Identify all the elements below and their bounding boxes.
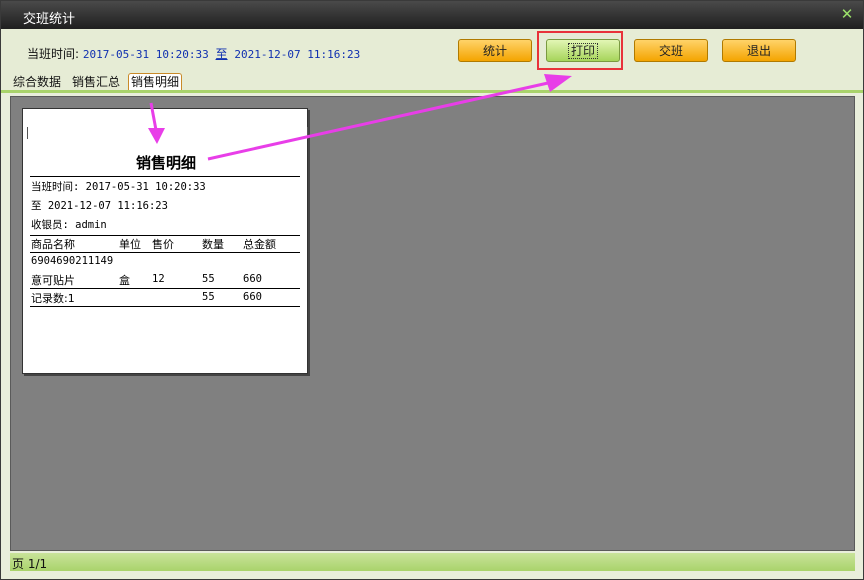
window-title: 交班统计	[23, 12, 76, 27]
divider	[30, 176, 300, 177]
item-name: 意可贴片	[31, 274, 75, 287]
shift-end-time: 2021-12-07 11:16:23	[234, 48, 361, 61]
receipt-shift-line: 当班时间: 2017-05-31 10:20:33	[31, 181, 206, 193]
header-unit: 单位	[119, 238, 141, 251]
range-to-label: 至	[215, 47, 228, 61]
item-quantity: 55	[202, 273, 215, 285]
divider	[30, 252, 300, 253]
close-icon[interactable]: ✕	[839, 5, 855, 23]
handover-button[interactable]: 交班	[634, 39, 708, 62]
exit-button[interactable]: 退出	[722, 39, 796, 62]
record-count: 记录数:1	[31, 292, 75, 305]
receipt-cashier-line: 收银员: admin	[31, 219, 107, 231]
stats-button[interactable]: 统计	[458, 39, 532, 62]
receipt-to-line: 至 2021-12-07 11:16:23	[31, 200, 168, 212]
summary-quantity: 55	[202, 291, 215, 303]
item-barcode: 6904690211149	[31, 255, 114, 267]
shift-time-range: 当班时间: 2017-05-31 10:20:33 至 2021-12-07 1…	[27, 45, 360, 62]
shift-time-label: 当班时间:	[27, 47, 80, 61]
divider	[30, 306, 300, 307]
title-bar: 交班统计 ✕	[1, 1, 863, 29]
page-indicator: 页 1/1	[12, 557, 48, 571]
status-bar: 页 1/1	[10, 553, 855, 571]
shift-start-time: 2017-05-31 10:20:33	[82, 48, 209, 61]
page-margin-mark	[27, 127, 33, 139]
item-total: 660	[243, 273, 262, 285]
item-unit: 盒	[119, 274, 130, 287]
tab-summary-data[interactable]: 综合数据	[11, 74, 63, 91]
tab-bar: 综合数据 销售汇总 销售明细	[1, 73, 863, 91]
receipt-title: 销售明细	[135, 154, 196, 172]
header-product-name: 商品名称	[31, 238, 75, 251]
shift-statistics-window: 交班统计 ✕ 当班时间: 2017-05-31 10:20:33 至 2021-…	[0, 0, 864, 580]
header-quantity: 数量	[202, 238, 224, 251]
print-button-highlight-box	[537, 31, 623, 70]
tab-underline	[1, 90, 863, 93]
item-price: 12	[152, 273, 165, 285]
header-price: 售价	[152, 238, 174, 251]
divider	[30, 288, 300, 289]
header-total: 总金额	[243, 238, 276, 251]
toolbar: 当班时间: 2017-05-31 10:20:33 至 2021-12-07 1…	[1, 29, 863, 73]
receipt-page: 销售明细 当班时间: 2017-05-31 10:20:33 至 2021-12…	[22, 108, 308, 374]
summary-total: 660	[243, 291, 262, 303]
tab-sales-detail[interactable]: 销售明细	[128, 73, 183, 91]
page-margin-mark	[302, 127, 308, 139]
tab-sales-summary[interactable]: 销售汇总	[70, 74, 122, 91]
